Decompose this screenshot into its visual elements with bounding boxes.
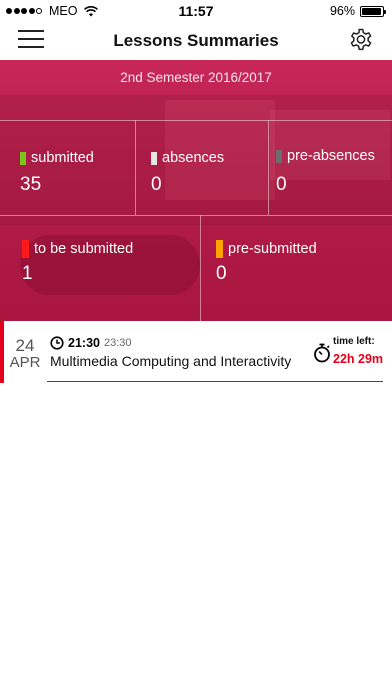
battery-percentage: 96% (329, 4, 355, 18)
stat-value: 0 (276, 174, 287, 195)
stat-pre-submitted[interactable]: pre-submitted 0 (216, 240, 317, 285)
submitted-color-swatch (20, 151, 26, 165)
stat-value: 0 (216, 263, 227, 284)
stat-to-be-submitted[interactable]: to be submitted 1 (22, 240, 133, 285)
stat-label: pre-submitted (228, 241, 317, 257)
lesson-underline (47, 381, 383, 382)
stat-absences[interactable]: absences 0 (151, 150, 224, 196)
status-bar: MEO 11:57 96% (0, 0, 392, 22)
lesson-day: 24 (15, 336, 35, 355)
divider (0, 120, 392, 121)
divider (0, 215, 392, 216)
stat-value: 1 (22, 263, 33, 284)
status-right: 96% (329, 4, 386, 18)
summary-panel: 2nd Semester 2016/2017 submitted 35 abse… (0, 60, 392, 321)
lesson-title: Multimedia Computing and Interactivity (50, 353, 292, 369)
stat-submitted[interactable]: submitted 35 (20, 150, 94, 196)
to-be-submitted-color-swatch (22, 240, 29, 258)
gear-icon[interactable] (348, 28, 374, 54)
lesson-start-time: 21:30 (68, 336, 100, 350)
time-left-label: time left: (333, 336, 375, 347)
lesson-end-time: 23:30 (103, 337, 132, 349)
stat-value: 0 (151, 174, 162, 195)
lesson-month: APR (9, 354, 41, 371)
stat-label: to be submitted (34, 241, 134, 257)
lesson-time: 21:30 23:30 (50, 336, 132, 350)
semester-label: 2nd Semester 2016/2017 (120, 70, 272, 85)
divider (135, 120, 136, 215)
stopwatch-icon (314, 343, 330, 363)
absences-color-swatch (151, 151, 157, 165)
page-title: Lessons Summaries (113, 31, 279, 50)
stat-label: submitted (31, 150, 94, 166)
stat-label: pre-absences (287, 148, 375, 164)
pre-absences-color-swatch (276, 149, 282, 163)
stat-pre-absences[interactable]: pre-absences 0 (276, 148, 375, 196)
battery-fill (362, 7, 382, 15)
time-left-value: 22h 29m (333, 352, 384, 366)
stat-value: 35 (20, 174, 42, 195)
pre-submitted-color-swatch (216, 240, 223, 258)
lesson-list-item[interactable]: 24 APR 21:30 23:30 Multimedia Computing … (0, 321, 392, 383)
divider (200, 215, 201, 321)
clock-icon (50, 336, 64, 350)
battery-icon (360, 5, 386, 17)
divider (268, 120, 269, 215)
stat-label: absences (162, 150, 225, 166)
nav-bar: Lessons Summaries (0, 22, 392, 60)
